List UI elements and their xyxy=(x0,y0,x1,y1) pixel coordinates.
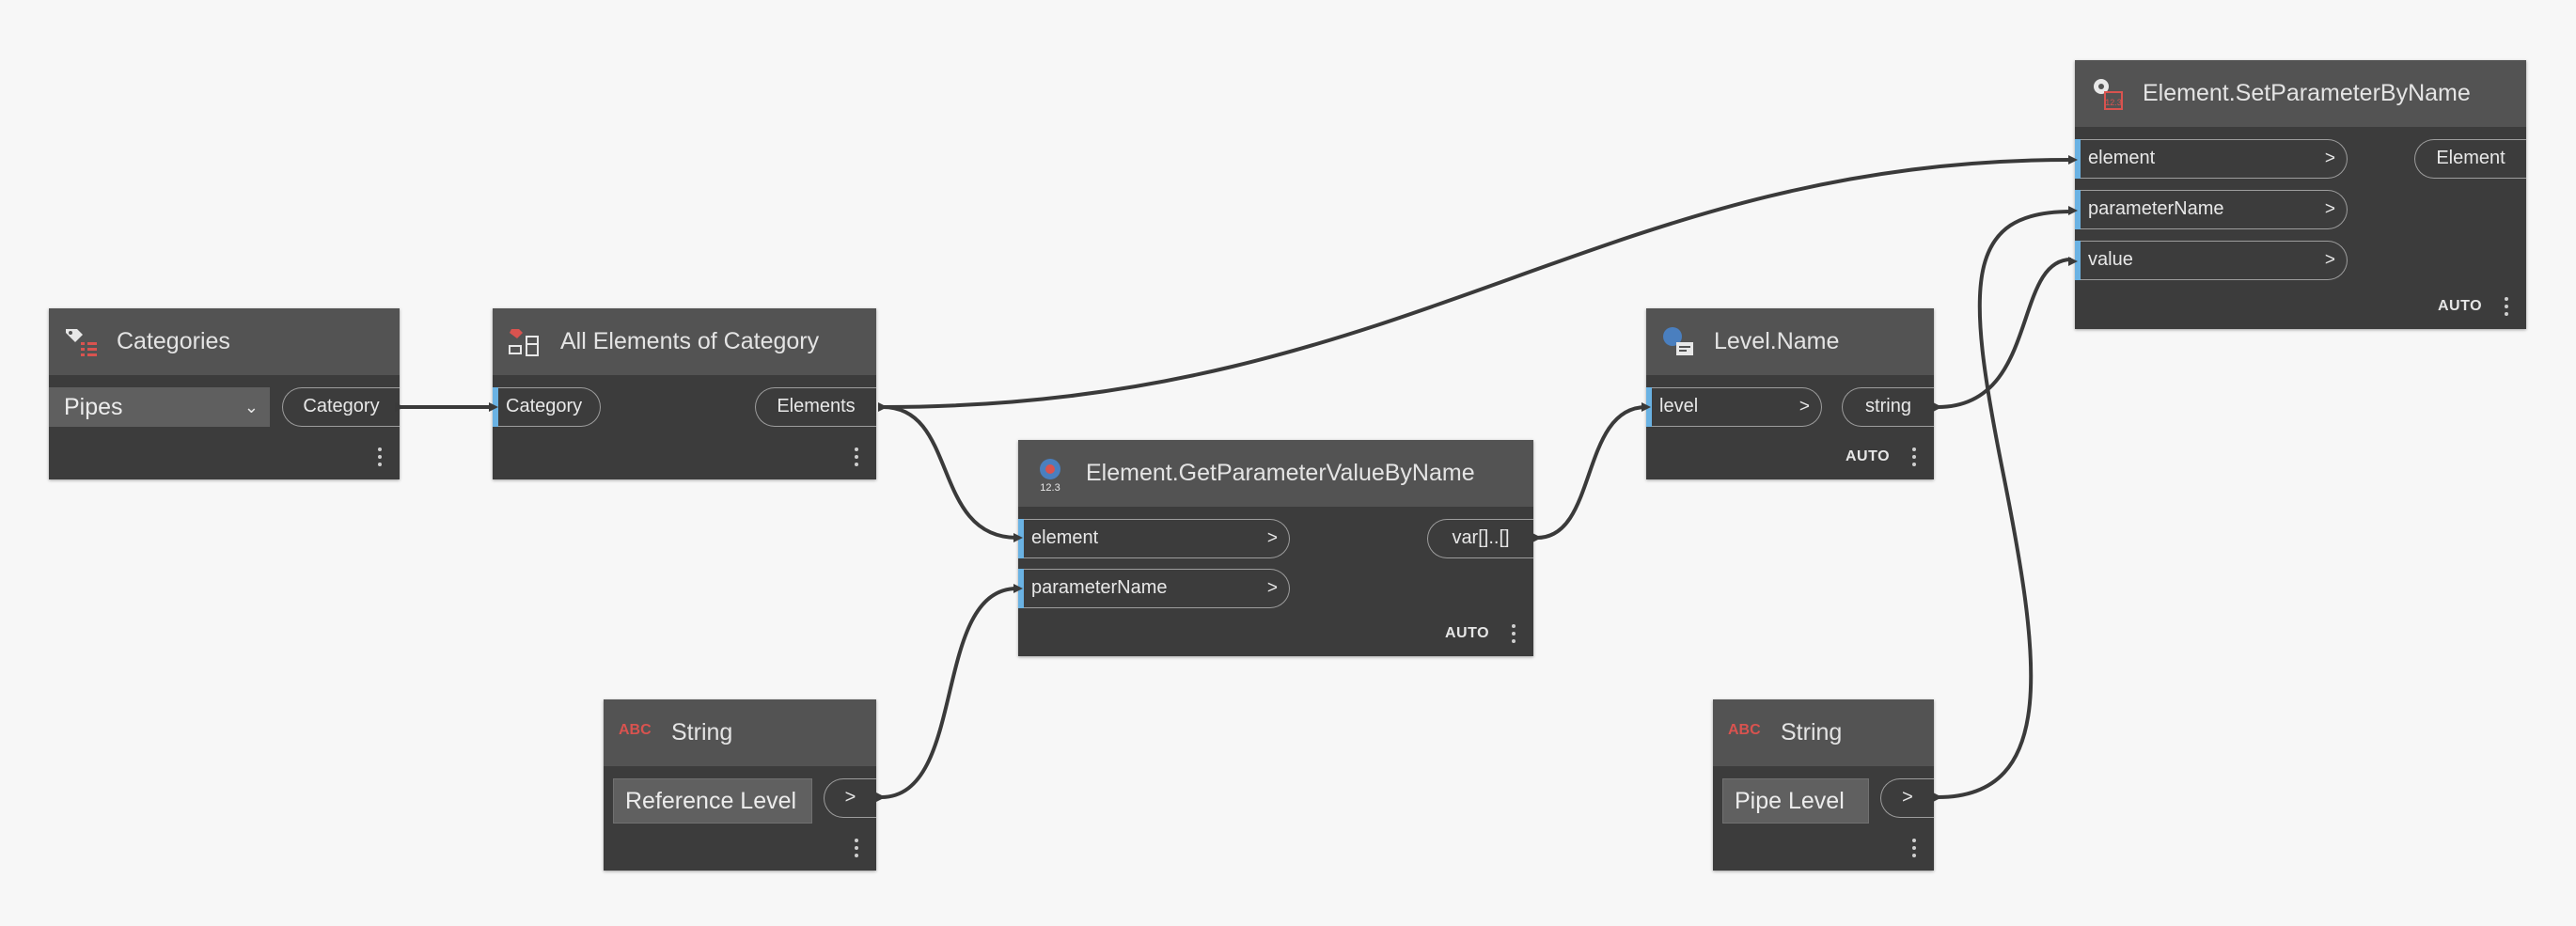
node-menu-icon[interactable] xyxy=(1911,447,1917,470)
pin-icon xyxy=(876,793,886,802)
node-header[interactable]: ABC String xyxy=(1713,699,1934,766)
input-port-value[interactable]: value > xyxy=(2075,241,2348,280)
pin-icon xyxy=(489,402,498,412)
wire-string2-to-set-parametername xyxy=(1937,210,2072,799)
wire-levelname-string-to-set-value xyxy=(1937,258,2072,409)
string-node-pipe-level[interactable]: ABC String Pipe Level > xyxy=(1713,699,1934,871)
output-port-string[interactable]: > xyxy=(1880,778,1934,818)
lacing-label[interactable]: AUTO xyxy=(1846,448,1890,465)
get-parameter-value-by-name-node[interactable]: 12.3 Element.GetParameterValueByName ele… xyxy=(1018,440,1533,656)
pin-icon xyxy=(1013,584,1023,593)
pin-icon xyxy=(2068,206,2078,215)
dropdown-value: Pipes xyxy=(64,394,123,420)
port-label: string xyxy=(1865,396,1911,416)
pin-icon xyxy=(1933,793,1942,802)
port-arrow: > xyxy=(1798,397,1810,416)
input-port-category[interactable]: Category xyxy=(493,387,601,427)
wire-elements-to-get-element xyxy=(882,405,1018,540)
node-menu-icon[interactable] xyxy=(1511,624,1516,647)
get-parameter-icon: 12.3 xyxy=(1040,459,1060,493)
port-label: element xyxy=(1031,527,1099,548)
pin-icon xyxy=(395,402,404,412)
node-menu-icon[interactable] xyxy=(377,447,383,470)
port-arrow: > xyxy=(1266,578,1278,598)
node-menu-icon[interactable] xyxy=(1911,839,1917,861)
port-label: level xyxy=(1659,396,1699,416)
input-port-parametername[interactable]: parameterName > xyxy=(1018,569,1290,608)
port-label: parameterName xyxy=(2088,198,2224,219)
pin-icon xyxy=(1933,402,1942,412)
node-title: String xyxy=(1781,719,1843,746)
all-elements-of-category-node[interactable]: All Elements of Category Category Elemen… xyxy=(493,308,876,479)
pin-icon xyxy=(1532,533,1542,542)
node-header[interactable]: Categories xyxy=(49,308,400,375)
port-label: var[]..[] xyxy=(1452,527,1510,548)
node-header[interactable]: All Elements of Category xyxy=(493,308,876,375)
port-label: value xyxy=(2088,249,2133,270)
category-dropdown[interactable]: Pipes ⌄ xyxy=(49,387,270,427)
pin-icon xyxy=(2068,257,2078,266)
lacing-label[interactable]: AUTO xyxy=(2438,298,2482,315)
set-parameter-icon: 12.3 xyxy=(2094,79,2123,110)
output-port-var[interactable]: var[]..[] xyxy=(1427,519,1533,558)
level-name-node[interactable]: Level.Name level > string AUTO xyxy=(1646,308,1934,479)
node-title: Level.Name xyxy=(1714,328,1840,354)
set-parameter-by-name-node[interactable]: 12.3 Element.SetParameterByName element … xyxy=(2075,60,2526,329)
port-arrow: > xyxy=(2324,250,2335,270)
level-property-icon xyxy=(1663,327,1693,355)
node-title: String xyxy=(671,719,733,746)
input-port-level[interactable]: level > xyxy=(1646,387,1822,427)
node-title: Categories xyxy=(117,328,230,354)
node-header[interactable]: 12.3 Element.GetParameterValueByName xyxy=(1018,440,1533,507)
pin-icon xyxy=(2068,155,2078,165)
node-header[interactable]: ABC String xyxy=(604,699,876,766)
port-label: parameterName xyxy=(1031,577,1168,598)
wire-string1-to-get-parametername xyxy=(880,587,1018,799)
wire-var-to-level xyxy=(1536,405,1647,540)
node-menu-icon[interactable] xyxy=(2504,297,2509,320)
output-port-category[interactable]: Category xyxy=(282,387,400,427)
output-port-string[interactable]: > xyxy=(824,778,876,818)
string-icon: ABC xyxy=(1728,722,1761,738)
port-arrow: > xyxy=(2324,199,2335,219)
element-category-icon xyxy=(509,329,539,356)
node-title: Element.SetParameterByName xyxy=(2143,80,2471,106)
node-title: All Elements of Category xyxy=(560,328,820,354)
node-header[interactable]: Level.Name xyxy=(1646,308,1934,375)
node-title: Element.GetParameterValueByName xyxy=(1086,460,1475,486)
lacing-label[interactable]: AUTO xyxy=(1445,625,1489,642)
string-node-reference-level[interactable]: ABC String Reference Level > xyxy=(604,699,876,871)
svg-text:12.3: 12.3 xyxy=(1040,482,1060,493)
node-header[interactable]: 12.3 Element.SetParameterByName xyxy=(2075,60,2526,127)
port-label: Category xyxy=(506,396,583,416)
input-port-element[interactable]: element > xyxy=(1018,519,1290,558)
string-value-input[interactable]: Reference Level xyxy=(613,778,812,824)
port-arrow: > xyxy=(2324,149,2335,168)
output-port-elements[interactable]: Elements xyxy=(755,387,876,427)
categories-node[interactable]: Categories Pipes ⌄ Category xyxy=(49,308,400,479)
node-menu-icon[interactable] xyxy=(854,447,859,470)
tag-list-icon xyxy=(66,329,97,356)
port-label: > xyxy=(844,787,856,808)
output-port-string[interactable]: string xyxy=(1842,387,1934,427)
pin-icon xyxy=(1013,533,1023,542)
svg-text:12.3: 12.3 xyxy=(2105,98,2122,107)
input-port-element[interactable]: element > xyxy=(2075,139,2348,179)
port-label: Element xyxy=(2436,148,2505,168)
input-port-parametername[interactable]: parameterName > xyxy=(2075,190,2348,229)
port-label: element xyxy=(2088,148,2156,168)
node-menu-icon[interactable] xyxy=(854,839,859,861)
output-port-element[interactable]: Element xyxy=(2414,139,2526,179)
port-arrow: > xyxy=(1266,528,1278,548)
string-icon: ABC xyxy=(619,722,652,738)
string-value-input[interactable]: Pipe Level xyxy=(1722,778,1869,824)
port-label: Category xyxy=(303,396,380,416)
pin-icon xyxy=(1641,402,1651,412)
port-label: > xyxy=(1902,787,1913,808)
chevron-down-icon: ⌄ xyxy=(243,398,259,416)
pin-icon xyxy=(878,402,887,412)
port-label: Elements xyxy=(777,396,856,416)
